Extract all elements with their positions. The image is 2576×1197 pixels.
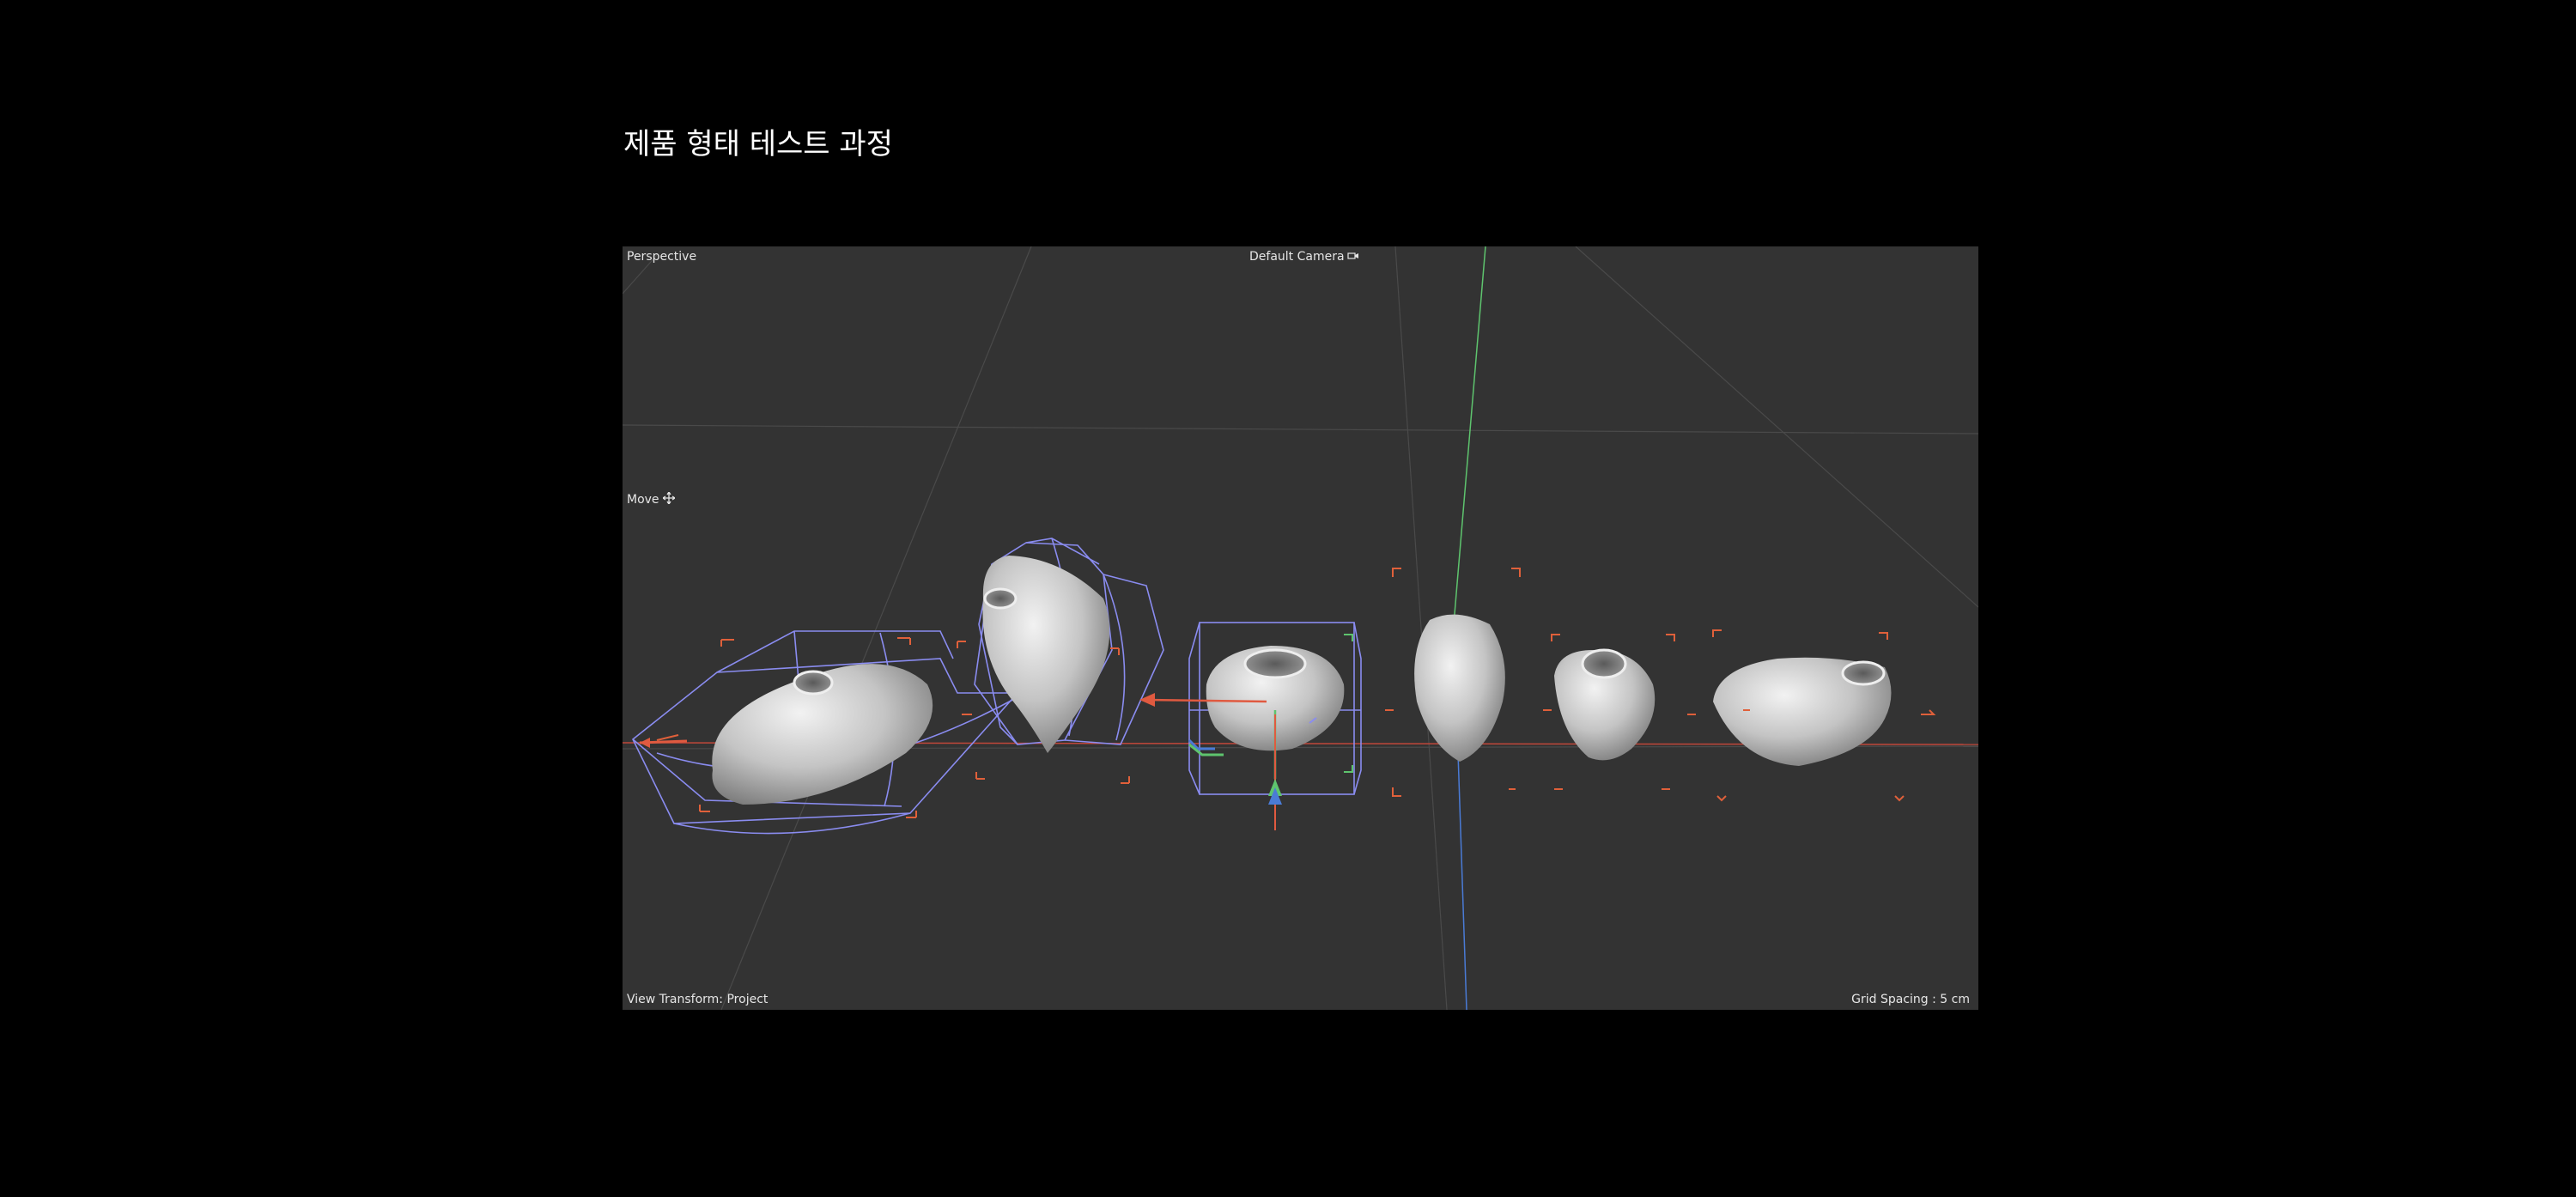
view-transform-label[interactable]: View Transform: Project: [627, 993, 768, 1006]
y-axis-line: [1453, 246, 1486, 625]
viewport-scene[interactable]: [623, 246, 1978, 1010]
camera-icon: [1346, 250, 1359, 264]
shape-2-opening: [983, 587, 1018, 610]
shape-3[interactable]: [1139, 622, 1362, 830]
shape-6-opening: [1841, 660, 1886, 686]
camera-selector[interactable]: Default Camera: [1249, 250, 1359, 264]
ground-grid: [623, 246, 1978, 1010]
shape-4-body: [1414, 614, 1505, 762]
shape-4[interactable]: [1385, 568, 1521, 797]
brackets: [1344, 634, 1353, 773]
camera-label: Default Camera: [1249, 250, 1345, 264]
grid-spacing-label: Grid Spacing : 5 cm: [1851, 993, 1970, 1006]
tool-label: Move: [627, 493, 659, 507]
move-icon: [662, 491, 675, 507]
shape-6[interactable]: [1712, 629, 1936, 802]
shape-5-opening: [1581, 648, 1627, 679]
view-name-label[interactable]: Perspective: [627, 250, 696, 264]
3d-viewport[interactable]: Perspective Default Camera Move View Tra…: [623, 246, 1978, 1010]
page-title: 제품 형태 테스트 과정: [623, 127, 893, 161]
shape-1-opening: [793, 670, 834, 696]
active-tool-indicator: Move: [627, 491, 675, 507]
shape-5[interactable]: [1543, 634, 1696, 790]
shape-1[interactable]: [631, 630, 1019, 835]
page: 제품 형태 테스트 과정 Perspective Default Camera …: [0, 0, 2576, 1197]
shape-2[interactable]: [957, 538, 1164, 784]
shape-3-opening: [1243, 648, 1307, 679]
